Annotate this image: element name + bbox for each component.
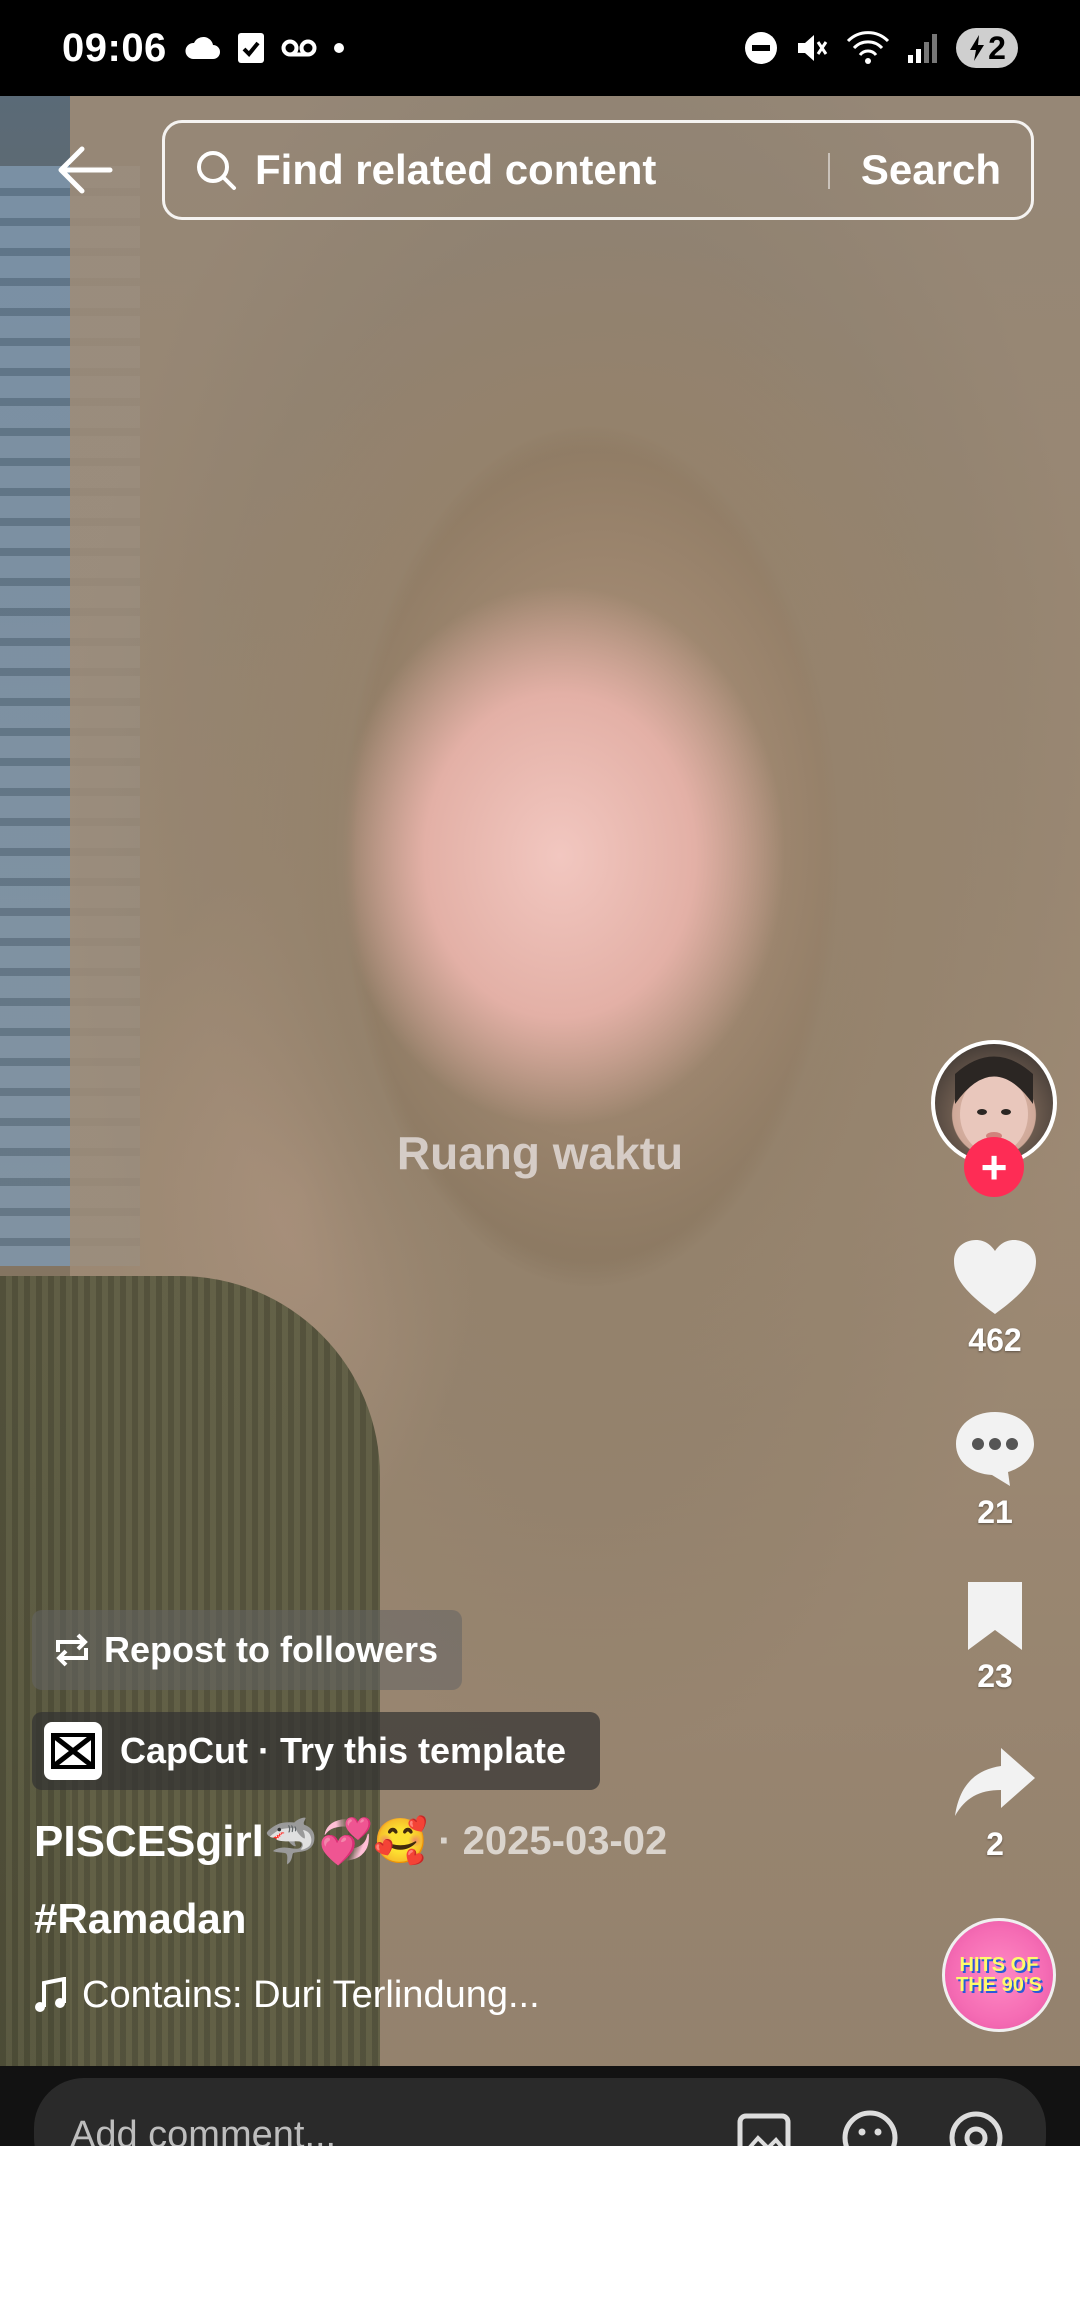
battery-indicator: 2 [956,28,1018,68]
search-icon [197,151,236,190]
dot-icon [333,43,344,53]
search-divider [828,153,830,189]
status-left-icons [183,32,345,64]
comment-count: 21 [977,1494,1013,1530]
share-count: 2 [986,1826,1004,1862]
bookmark-icon [968,1582,1022,1650]
heart-icon [954,1240,1036,1314]
music-note-icon [35,1976,66,2012]
repost-icon [56,1633,88,1667]
repost-label: Repost to followers [104,1629,439,1670]
back-arrow-icon [58,146,113,194]
checkbox-icon [237,33,264,63]
status-bar: 09:06 2 [0,0,1080,96]
bookmark-count: 23 [977,1658,1013,1694]
comment-input[interactable]: Add comment... [34,2078,1046,2146]
cloud-icon [185,36,220,59]
author-username[interactable]: PISCESgirl🦈💞🥰 [34,1815,428,1867]
mention-icon[interactable] [946,2108,1006,2146]
post-date: · 2025-03-02 [438,1818,668,1863]
charging-bolt-icon [970,35,985,61]
battery-level: 2 [988,29,1006,66]
search-input[interactable]: Find related content Search [162,120,1034,220]
mute-icon [798,35,828,61]
capcut-label: CapCut · Try this template [120,1730,567,1771]
video-watermark: Ruang waktu [396,1127,684,1179]
capcut-template-button[interactable]: CapCut · Try this template [32,1712,600,1790]
follow-button[interactable]: + [964,1137,1024,1197]
repost-button[interactable]: Repost to followers [32,1610,462,1690]
capcut-logo-icon [44,1722,102,1780]
voicemail-icon [281,39,317,57]
hashtag-link[interactable]: #Ramadan [34,1895,246,1943]
sound-label: Contains: Duri Terlindung... [82,1974,540,2016]
status-time: 09:06 [62,25,167,70]
author-row: PISCESgirl🦈💞🥰 · 2025-03-02 [34,1815,667,1867]
comment-button[interactable]: 21 [940,1408,1050,1531]
comment-placeholder: Add comment... [70,2114,337,2146]
comment-bubble-icon [956,1412,1034,1486]
like-count: 462 [968,1322,1022,1358]
image-icon[interactable] [734,2108,794,2146]
status-right-icons: 2 [744,28,1018,68]
music-disc-line2: THE 90'S [956,1974,1042,1996]
music-disc[interactable]: HITS OF THE 90'S [942,1918,1056,2032]
like-button[interactable]: 462 [940,1238,1050,1359]
sound-link[interactable]: Contains: Duri Terlindung... [34,1974,540,2017]
share-arrow-icon [955,1748,1035,1816]
search-placeholder: Find related content [255,146,657,193]
search-button[interactable]: Search [861,123,1001,217]
share-button[interactable]: 2 [940,1744,1050,1863]
bottom-blank-area [0,2146,1080,2318]
emoji-icon[interactable] [840,2108,900,2146]
dnd-icon [745,32,777,64]
bookmark-button[interactable]: 23 [940,1578,1050,1695]
wifi-icon [846,31,890,64]
back-button[interactable] [52,140,118,200]
signal-icon [908,34,937,63]
comment-bar: Add comment... [0,2066,1080,2146]
music-disc-line1: HITS OF [959,1954,1039,1976]
